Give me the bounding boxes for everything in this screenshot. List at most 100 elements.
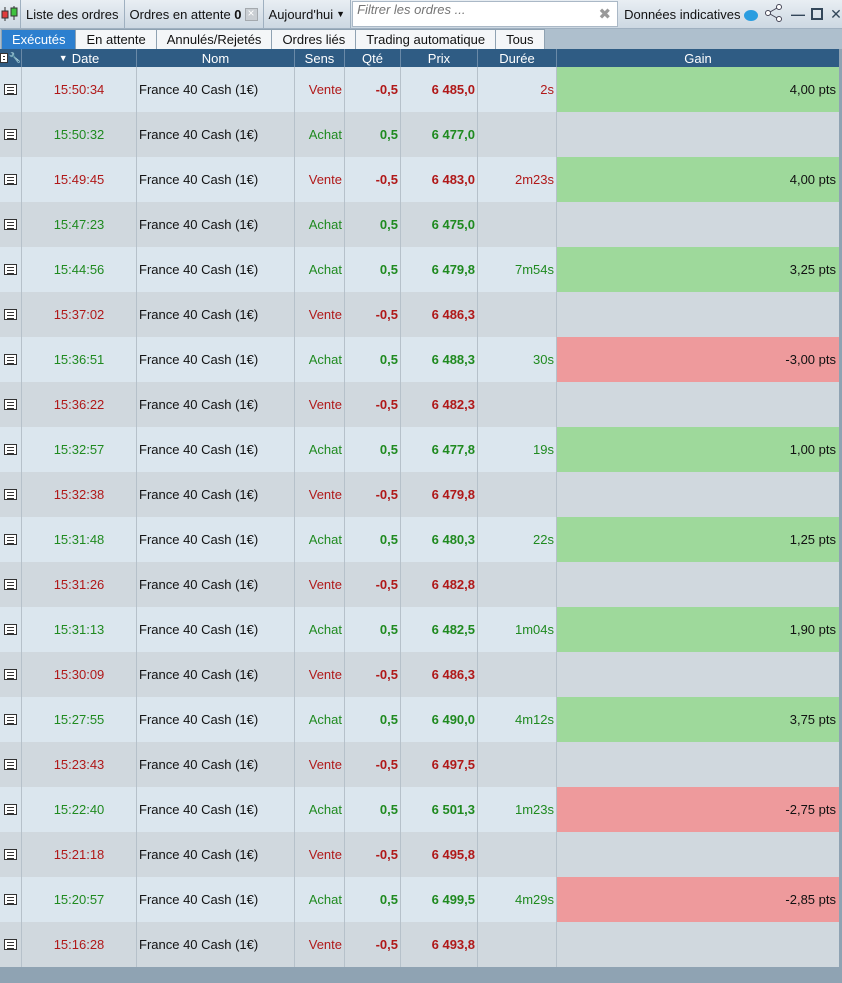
order-tabs: Exécutés En attente Annulés/Rejetés Ordr… [0,29,842,49]
info-bubble-icon[interactable] [744,9,759,21]
table-row[interactable]: 15:16:28 France 40 Cash (1€) Vente -0,5 6 49… [0,922,842,967]
order-price: 6 497,5 [401,742,478,787]
column-sens[interactable]: Sens [295,49,345,67]
column-date-label: Date [71,50,100,66]
table-row[interactable]: 15:49:45 France 40 Cash (1€) Vente -0,5 6 48… [0,157,842,202]
close-icon[interactable]: ✕ [829,6,842,22]
order-date: 15:22:40 [22,787,137,832]
order-date: 15:21:18 [22,832,137,877]
table-row[interactable]: 15:32:38 France 40 Cash (1€) Vente -0,5 6 47… [0,472,842,517]
order-details-button[interactable] [0,832,22,877]
tab-cancelled-rejected[interactable]: Annulés/Rejetés [155,29,273,49]
tab-linked-orders[interactable]: Ordres liés [271,29,357,49]
order-date: 15:36:51 [22,337,137,382]
order-details-button[interactable] [0,877,22,922]
order-name: France 40 Cash (1€) [137,922,295,967]
order-details-button[interactable] [0,562,22,607]
order-list-button[interactable]: Liste des ordres [21,0,125,28]
order-quantity: -0,5 [345,472,401,517]
maximize-icon[interactable] [810,8,823,21]
minimize-icon[interactable]: — [791,6,805,22]
table-row[interactable]: 15:37:02 France 40 Cash (1€) Vente -0,5 6 48… [0,292,842,337]
filter-input[interactable] [357,2,618,17]
order-details-button[interactable] [0,787,22,832]
tab-pending[interactable]: En attente [75,29,157,49]
order-gain: 4,00 pts [557,157,839,202]
clear-filter-icon[interactable]: ✖ [599,5,612,23]
table-row[interactable]: 15:31:48 France 40 Cash (1€) Achat 0,5 6 480… [0,517,842,562]
table-row[interactable]: 15:36:51 France 40 Cash (1€) Achat 0,5 6 488… [0,337,842,382]
table-row[interactable]: 15:22:40 France 40 Cash (1€) Achat 0,5 6 501… [0,787,842,832]
order-details-button[interactable] [0,697,22,742]
order-details-button[interactable] [0,517,22,562]
filter-field[interactable]: ✖ [352,1,619,27]
candlestick-chart-icon[interactable] [0,0,21,28]
table-row[interactable]: 15:44:56 France 40 Cash (1€) Achat 0,5 6 479… [0,247,842,292]
order-date: 15:30:09 [22,652,137,697]
order-details-button[interactable] [0,742,22,787]
table-row[interactable]: 15:21:18 France 40 Cash (1€) Vente -0,5 6 49… [0,832,842,877]
order-details-button[interactable] [0,67,22,112]
order-details-button[interactable] [0,382,22,427]
order-details-button[interactable] [0,652,22,697]
order-gain [557,112,839,157]
tab-executed[interactable]: Exécutés [1,29,77,49]
column-qte[interactable]: Qté [345,49,401,67]
cancel-pending-icon[interactable] [244,6,258,21]
order-duration: 30s [478,337,557,382]
order-duration [478,562,557,607]
table-row[interactable]: 15:36:22 France 40 Cash (1€) Vente -0,5 6 48… [0,382,842,427]
order-details-button[interactable] [0,472,22,517]
tab-all[interactable]: Tous [495,29,545,49]
document-icon [4,489,17,500]
document-icon [4,444,17,455]
order-name: France 40 Cash (1€) [137,247,295,292]
column-gain[interactable]: Gain [557,49,839,67]
document-icon [4,849,17,860]
table-row[interactable]: 15:23:43 France 40 Cash (1€) Vente -0,5 6 49… [0,742,842,787]
column-duree[interactable]: Durée [478,49,557,67]
table-row[interactable]: 15:32:57 France 40 Cash (1€) Achat 0,5 6 477… [0,427,842,472]
pending-orders-button[interactable]: Ordres en attente 0 [125,0,264,28]
order-details-button[interactable] [0,292,22,337]
order-details-button[interactable] [0,922,22,967]
order-duration: 19s [478,427,557,472]
period-dropdown[interactable]: Aujourd'hui ▼ [264,0,352,28]
table-row[interactable]: 15:50:32 France 40 Cash (1€) Achat 0,5 6 477… [0,112,842,157]
document-icon [4,264,17,275]
table-row[interactable]: 15:47:23 France 40 Cash (1€) Achat 0,5 6 475… [0,202,842,247]
order-quantity: -0,5 [345,742,401,787]
order-name: France 40 Cash (1€) [137,517,295,562]
table-row[interactable]: 15:20:57 France 40 Cash (1€) Achat 0,5 6 499… [0,877,842,922]
order-duration [478,922,557,967]
order-name: France 40 Cash (1€) [137,472,295,517]
tab-automatic-trading[interactable]: Trading automatique [355,29,497,49]
table-row[interactable]: 15:31:26 France 40 Cash (1€) Vente -0,5 6 48… [0,562,842,607]
order-gain [557,202,839,247]
order-details-button[interactable] [0,427,22,472]
wrench-icon[interactable]: 🔧 [9,53,21,64]
column-nom[interactable]: Nom [137,49,295,67]
header-tools[interactable]: 🔧 [0,49,22,67]
order-details-button[interactable] [0,337,22,382]
order-duration [478,742,557,787]
share-icon[interactable] [763,3,785,26]
order-details-button[interactable] [0,157,22,202]
order-details-button[interactable] [0,607,22,652]
order-details-button[interactable] [0,202,22,247]
order-date: 15:32:57 [22,427,137,472]
order-direction: Vente [295,652,345,697]
order-details-button[interactable] [0,112,22,157]
column-date[interactable]: ▼ Date [22,49,137,67]
table-row[interactable]: 15:50:34 France 40 Cash (1€) Vente -0,5 6 48… [0,67,842,112]
table-row[interactable]: 15:30:09 France 40 Cash (1€) Vente -0,5 6 48… [0,652,842,697]
table-row[interactable]: 15:31:13 France 40 Cash (1€) Achat 0,5 6 482… [0,607,842,652]
order-date: 15:47:23 [22,202,137,247]
order-gain [557,472,839,517]
order-quantity: -0,5 [345,382,401,427]
column-prix[interactable]: Prix [401,49,478,67]
order-details-button[interactable] [0,247,22,292]
table-row[interactable]: 15:27:55 France 40 Cash (1€) Achat 0,5 6 490… [0,697,842,742]
order-duration [478,652,557,697]
order-name: France 40 Cash (1€) [137,742,295,787]
